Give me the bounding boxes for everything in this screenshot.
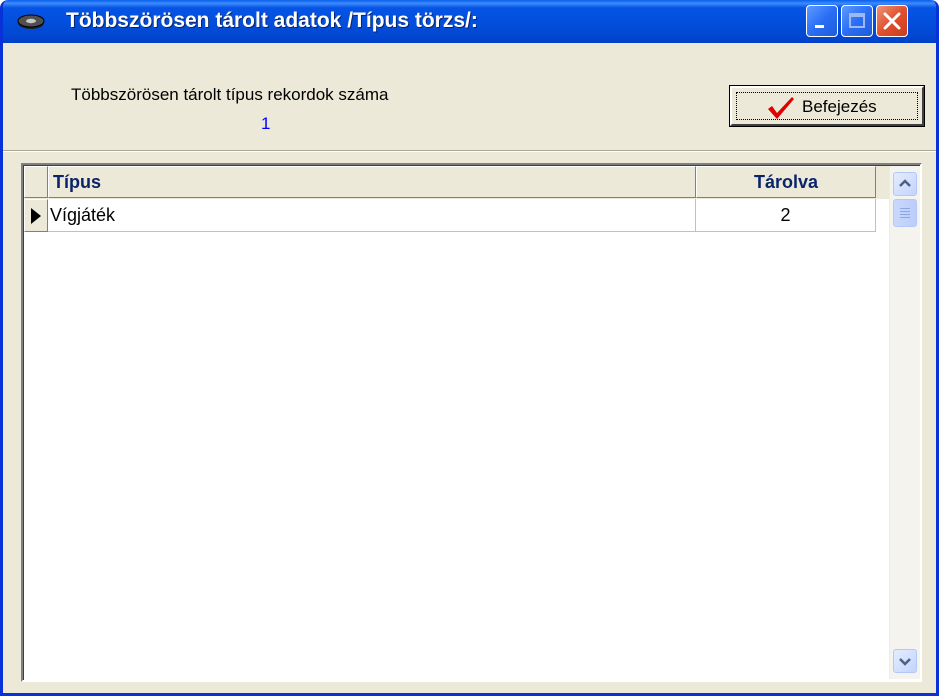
scroll-thumb[interactable] xyxy=(893,199,917,227)
close-icon xyxy=(883,12,901,30)
checkmark-icon xyxy=(768,97,794,119)
chevron-down-icon xyxy=(899,658,911,666)
column-header-tipus[interactable]: Típus xyxy=(48,166,696,198)
close-button[interactable] xyxy=(876,5,908,37)
record-count-value: 1 xyxy=(261,114,271,133)
data-grid[interactable]: Típus Tárolva Vígjáték 2 xyxy=(21,163,922,682)
finish-button[interactable]: Befejezés xyxy=(729,85,925,127)
maximize-button[interactable] xyxy=(841,5,873,37)
chevron-up-icon xyxy=(899,179,911,187)
thumb-grip xyxy=(900,211,910,212)
grid-header: Típus Tárolva xyxy=(24,166,890,199)
current-row-arrow-icon xyxy=(31,208,41,224)
app-window: Többszörösen tárolt adatok /Típus törzs/… xyxy=(0,0,939,696)
divider xyxy=(3,150,936,152)
row-indicator[interactable] xyxy=(24,199,48,232)
scroll-down-button[interactable] xyxy=(893,649,917,673)
table-row[interactable]: Vígjáték 2 xyxy=(24,199,876,232)
finish-button-label: Befejezés xyxy=(802,97,877,116)
column-header-tarolva[interactable]: Tárolva xyxy=(696,166,876,198)
minimize-button[interactable] xyxy=(806,5,838,37)
row-indicator-header xyxy=(24,166,48,198)
cell-tipus[interactable]: Vígjáték xyxy=(48,199,696,232)
record-count-label: Többszörösen tárolt típus rekordok száma xyxy=(71,85,389,104)
thumb-grip xyxy=(900,217,910,218)
vertical-scrollbar[interactable] xyxy=(889,166,920,679)
window-title: Többszörösen tárolt adatok /Típus törzs/… xyxy=(66,9,478,32)
maximize-icon xyxy=(849,13,865,28)
scroll-up-button[interactable] xyxy=(893,172,917,196)
thumb-grip xyxy=(900,214,910,215)
thumb-grip xyxy=(900,208,910,209)
minimize-icon xyxy=(815,25,824,28)
disk-icon xyxy=(17,14,45,29)
title-bar[interactable]: Többszörösen tárolt adatok /Típus törzs/… xyxy=(3,0,936,43)
cell-tarolva[interactable]: 2 xyxy=(696,199,876,232)
